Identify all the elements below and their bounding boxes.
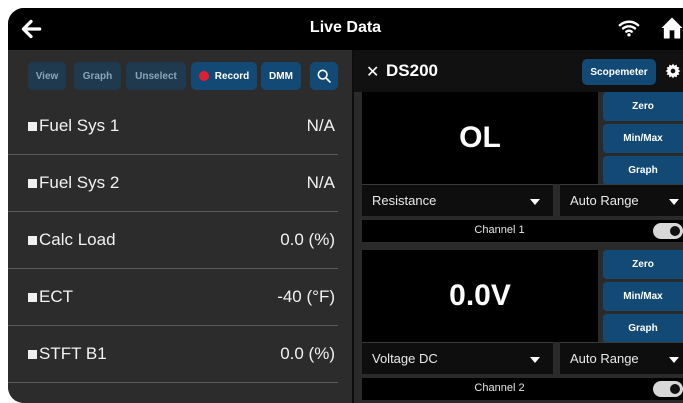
dmm-panel: ✕ DS200 Scopemeter OL Zero Min/Max Graph…: [354, 50, 683, 403]
checkbox-icon[interactable]: [28, 122, 37, 131]
record-label: Record: [214, 70, 250, 82]
gear-icon[interactable]: [665, 63, 681, 79]
parameter-row[interactable]: Calc Load 0.0 (%): [8, 212, 338, 269]
reading-display: OL: [362, 92, 598, 184]
chevron-down-icon: [669, 199, 679, 205]
parameter-value: 0.0 (%): [280, 230, 335, 249]
zero-button[interactable]: Zero: [603, 250, 683, 279]
scopemeter-button[interactable]: Scopemeter: [582, 59, 656, 85]
record-button[interactable]: Record: [191, 62, 257, 90]
channel-label: Channel 1: [474, 224, 525, 236]
parameter-name: STFT B1: [39, 344, 107, 363]
range-value: Auto Range: [570, 193, 639, 208]
channel-toggle[interactable]: [653, 223, 683, 239]
channel-label: Channel 2: [474, 382, 525, 394]
mode-value: Voltage DC: [372, 351, 438, 366]
parameter-name: Fuel Sys 1: [39, 116, 120, 135]
channel-bar: Channel 1: [362, 220, 683, 242]
graph-button[interactable]: Graph: [603, 156, 683, 185]
range-value: Auto Range: [570, 351, 639, 366]
parameter-row[interactable]: Fuel Sys 2 N/A: [8, 155, 338, 212]
search-icon: [317, 69, 331, 83]
mode-value: Resistance: [372, 193, 437, 208]
zero-button[interactable]: Zero: [603, 92, 683, 121]
wifi-icon: [618, 20, 640, 37]
record-dot-icon: [198, 71, 209, 81]
dmm-button[interactable]: DMM: [261, 62, 301, 90]
checkbox-icon[interactable]: [28, 293, 37, 302]
minmax-button[interactable]: Min/Max: [603, 124, 683, 153]
range-select[interactable]: Auto Range: [560, 342, 683, 374]
live-data-toolbar: View Graph Unselect Record DMM: [8, 50, 352, 98]
close-icon[interactable]: ✕: [366, 62, 379, 82]
app-frame: Live Data View Graph Unselect Record DMM: [8, 8, 683, 403]
chevron-down-icon: [530, 199, 540, 205]
toggle-knob: [668, 382, 682, 396]
dmm-header: ✕ DS200 Scopemeter: [354, 50, 683, 92]
mode-select[interactable]: Resistance: [362, 184, 553, 216]
reading-display: 0.0V: [362, 250, 598, 342]
search-button[interactable]: [310, 62, 338, 90]
chevron-down-icon: [530, 357, 540, 363]
chevron-down-icon: [669, 357, 679, 363]
channel-1-panel: OL Zero Min/Max Graph Resistance Auto Ra…: [354, 92, 683, 250]
parameter-row[interactable]: ECT -40 (°F): [8, 269, 338, 326]
parameter-row[interactable]: Fuel Sys 1 N/A: [8, 98, 338, 155]
unselect-button[interactable]: Unselect: [126, 62, 186, 90]
page-title: Live Data: [309, 19, 382, 36]
parameter-value: -40 (°F): [277, 287, 335, 306]
checkbox-icon[interactable]: [28, 350, 37, 359]
live-data-panel: View Graph Unselect Record DMM Fuel Sys …: [8, 50, 352, 403]
view-button[interactable]: View: [28, 62, 66, 90]
channel-toggle[interactable]: [653, 381, 683, 397]
graph-button[interactable]: Graph: [603, 314, 683, 343]
device-name: DS200: [386, 61, 438, 80]
toggle-knob: [668, 224, 682, 238]
checkbox-icon[interactable]: [28, 179, 37, 188]
channel-2-panel: 0.0V Zero Min/Max Graph Voltage DC Auto …: [354, 250, 683, 403]
minmax-button[interactable]: Min/Max: [603, 282, 683, 311]
range-select[interactable]: Auto Range: [560, 184, 683, 216]
channel-bar: Channel 2: [362, 378, 683, 400]
parameter-row[interactable]: STFT B1 0.0 (%): [8, 326, 338, 383]
parameter-name: Calc Load: [39, 230, 116, 249]
mode-select[interactable]: Voltage DC: [362, 342, 553, 374]
parameter-value: N/A: [306, 116, 335, 135]
home-icon[interactable]: [658, 14, 683, 42]
top-bar: Live Data: [8, 8, 683, 50]
parameter-name: ECT: [39, 287, 73, 306]
parameter-value: N/A: [306, 173, 335, 192]
parameter-name: Fuel Sys 2: [39, 173, 120, 192]
checkbox-icon[interactable]: [28, 236, 37, 245]
parameter-value: 0.0 (%): [280, 344, 335, 363]
graph-button[interactable]: Graph: [74, 62, 121, 90]
